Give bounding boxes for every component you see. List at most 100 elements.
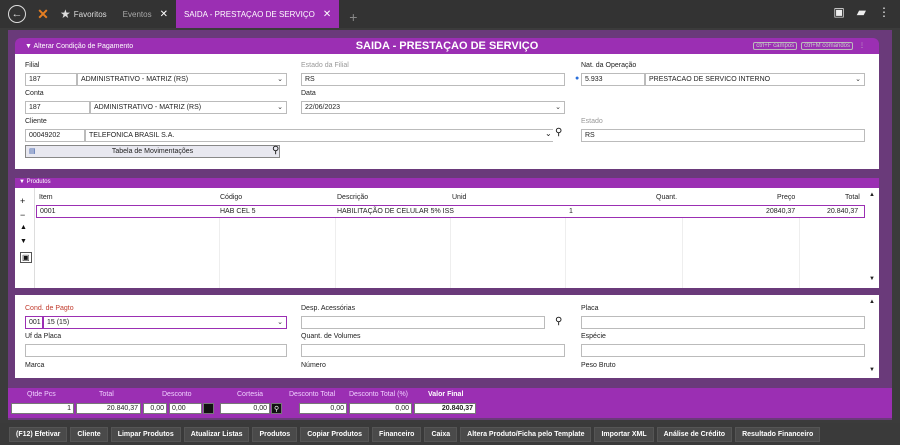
tabela-label: Tabela de Movimentações xyxy=(111,148,194,155)
numero-label: Número xyxy=(301,362,326,369)
nat-select[interactable]: PRESTACAO DE SERVICO INTERNO ⌄ xyxy=(645,73,865,86)
cell-item: 0001 xyxy=(40,208,56,215)
filial-code[interactable]: 187 xyxy=(25,73,77,86)
col-total: Total xyxy=(845,194,860,201)
nat-code[interactable]: 5.933 xyxy=(581,73,645,86)
desc-pct-value: 0,00 xyxy=(349,403,412,414)
nat-label: Nat. da Operação xyxy=(581,62,637,69)
header-panel: Filial 187 ADMINISTRATIVO - MATRIZ (RS) ⌄… xyxy=(15,54,879,169)
desp-field[interactable] xyxy=(301,316,545,329)
search-icon[interactable]: ⚲ xyxy=(555,316,562,327)
fields-button[interactable]: ctrl+F campos xyxy=(753,42,798,50)
filial-name: ADMINISTRATIVO - MATRIZ (RS) xyxy=(81,76,189,83)
clipboard-icon[interactable]: ▣ xyxy=(833,5,844,19)
calc-icon[interactable] xyxy=(203,403,214,414)
favorites-tab[interactable]: ★ Favoritos xyxy=(52,0,115,28)
col-descricao: Descrição xyxy=(337,194,369,201)
toolbar-button-1[interactable]: Cliente xyxy=(70,426,108,442)
remove-row-icon[interactable]: − xyxy=(20,210,25,220)
uf-field[interactable] xyxy=(25,344,287,357)
move-up-icon[interactable]: ▲ xyxy=(20,224,27,231)
toolbar-button-10[interactable]: Análise de Crédito xyxy=(656,426,733,442)
toolbar-button-0[interactable]: (F12) Efetivar xyxy=(9,426,68,442)
toolbar-button-2[interactable]: Limpar Produtos xyxy=(110,426,181,442)
cortesia-label: Cortesia xyxy=(237,391,264,398)
marca-label: Marca xyxy=(25,362,45,369)
estado-filial-label: Estado da Filial xyxy=(301,62,349,69)
more-icon[interactable]: ⋮ xyxy=(878,5,890,19)
add-row-icon[interactable]: + xyxy=(20,196,25,206)
tab-eventos[interactable]: Eventos ✕ xyxy=(115,0,176,28)
toolbar-button-8[interactable]: Altera Produto/Ficha pelo Template xyxy=(460,426,592,442)
toolbar-button-3[interactable]: Atualizar Listas xyxy=(183,426,250,442)
cliente-name[interactable]: TELEFONICA BRASIL S.A. xyxy=(85,129,553,142)
add-tab-icon[interactable]: + xyxy=(349,9,357,25)
toolbar-button-11[interactable]: Resultado Financeiro xyxy=(735,426,821,442)
back-icon[interactable]: ← xyxy=(8,5,26,23)
cell-codigo: HAB CEL 5 xyxy=(220,208,256,215)
close-icon[interactable]: ✕ xyxy=(323,9,331,20)
close-icon[interactable]: ✕ xyxy=(160,9,168,20)
details-panel: Cond. de Pagto 001 15 (15) ⌄ Desp. Acessó… xyxy=(15,295,879,378)
produtos-section-toggle[interactable]: ▼ Produtos xyxy=(15,178,879,188)
uf-label: Uf da Placa xyxy=(25,333,62,340)
scrollbar[interactable]: ▲ ▼ xyxy=(868,192,876,284)
col-quant: Quant. xyxy=(656,194,678,201)
table-icon: ▤ xyxy=(29,148,36,155)
totals-bar: Qtde Pcs 1 Total 20.840,37 Desconto 0,00… xyxy=(8,388,892,418)
chevron-down-icon: ⌄ xyxy=(277,319,283,326)
chevron-down-icon: ⌄ xyxy=(555,104,561,111)
desc-total-value: 0,00 xyxy=(299,403,347,414)
data-field[interactable]: 22/06/2023 ⌄ xyxy=(301,101,565,114)
col-unid: Unid xyxy=(452,194,467,201)
cond-label: Cond. de Pagto xyxy=(25,305,74,312)
total-value: 20.840,37 xyxy=(76,403,141,414)
scrollbar[interactable]: ▲ ▼ xyxy=(868,299,876,374)
grid-icon[interactable]: ▣ xyxy=(20,252,32,263)
conta-select[interactable]: ADMINISTRATIVO - MATRIZ (RS) ⌄ xyxy=(90,101,287,114)
qtde-label: Qtde Pcs xyxy=(27,391,56,398)
cliente-code[interactable]: 00049202 xyxy=(25,129,85,142)
chat-icon[interactable]: ▰ xyxy=(857,5,866,19)
chevron-down-icon[interactable]: ⌄ xyxy=(545,129,552,138)
toolbar-button-6[interactable]: Financeiro xyxy=(372,426,422,442)
cell-total: 20.840,37 xyxy=(827,208,859,215)
cell-unid: 1 xyxy=(569,208,573,215)
conta-code[interactable]: 187 xyxy=(25,101,90,114)
commands-button[interactable]: ctrl+M comandos xyxy=(801,42,853,50)
more-icon[interactable]: ⋮ xyxy=(857,42,867,50)
search-icon[interactable]: ⚲ xyxy=(272,145,279,156)
especie-label: Espécie xyxy=(581,333,606,340)
estado-field: RS xyxy=(581,129,865,142)
desconto-pct[interactable]: 0,00 xyxy=(169,403,202,414)
filial-label: Filial xyxy=(25,62,40,69)
search-icon[interactable]: ⚲ xyxy=(555,127,562,138)
chevron-down-icon: ⌄ xyxy=(277,76,283,83)
estado-label: Estado xyxy=(581,118,603,125)
search-icon[interactable]: ⚲ xyxy=(271,403,282,414)
filial-select[interactable]: ADMINISTRATIVO - MATRIZ (RS) ⌄ xyxy=(77,73,287,86)
chevron-down-icon: ⌄ xyxy=(277,104,283,111)
tabela-movimentacoes-button[interactable]: ▤ Tabela de Movimentações xyxy=(25,145,280,158)
cortesia-value[interactable]: 0,00 xyxy=(220,403,270,414)
tab-saida[interactable]: SAIDA - PRESTAÇAO DE SERVIÇO ✕ xyxy=(175,0,340,28)
cond-code[interactable]: 001 xyxy=(25,316,43,329)
col-preco: Preço xyxy=(777,194,796,201)
cell-descricao: HABILITAÇÃO DE CELULAR 5% ISS xyxy=(337,208,454,215)
quant-vol-field[interactable] xyxy=(301,344,565,357)
nat-name: PRESTACAO DE SERVICO INTERNO xyxy=(649,76,771,83)
desconto-value[interactable]: 0,00 xyxy=(143,403,167,414)
toolbar-button-7[interactable]: Caixa xyxy=(424,426,458,442)
toolbar-button-4[interactable]: Produtos xyxy=(252,426,298,442)
especie-field[interactable] xyxy=(581,344,865,357)
placa-field[interactable] xyxy=(581,316,865,329)
move-down-icon[interactable]: ▼ xyxy=(20,238,27,245)
valor-final-value: 20.840,37 xyxy=(414,403,476,414)
cond-select[interactable]: 15 (15) ⌄ xyxy=(43,316,287,329)
toolbar-button-5[interactable]: Copiar Produtos xyxy=(300,426,370,442)
col-item: Item xyxy=(39,194,53,201)
col-codigo: Código xyxy=(220,194,243,201)
info-icon: ● xyxy=(575,75,580,82)
table-row[interactable]: 0001 HAB CEL 5 HABILITAÇÃO DE CELULAR 5%… xyxy=(36,205,865,218)
toolbar-button-9[interactable]: Importar XML xyxy=(594,426,654,442)
